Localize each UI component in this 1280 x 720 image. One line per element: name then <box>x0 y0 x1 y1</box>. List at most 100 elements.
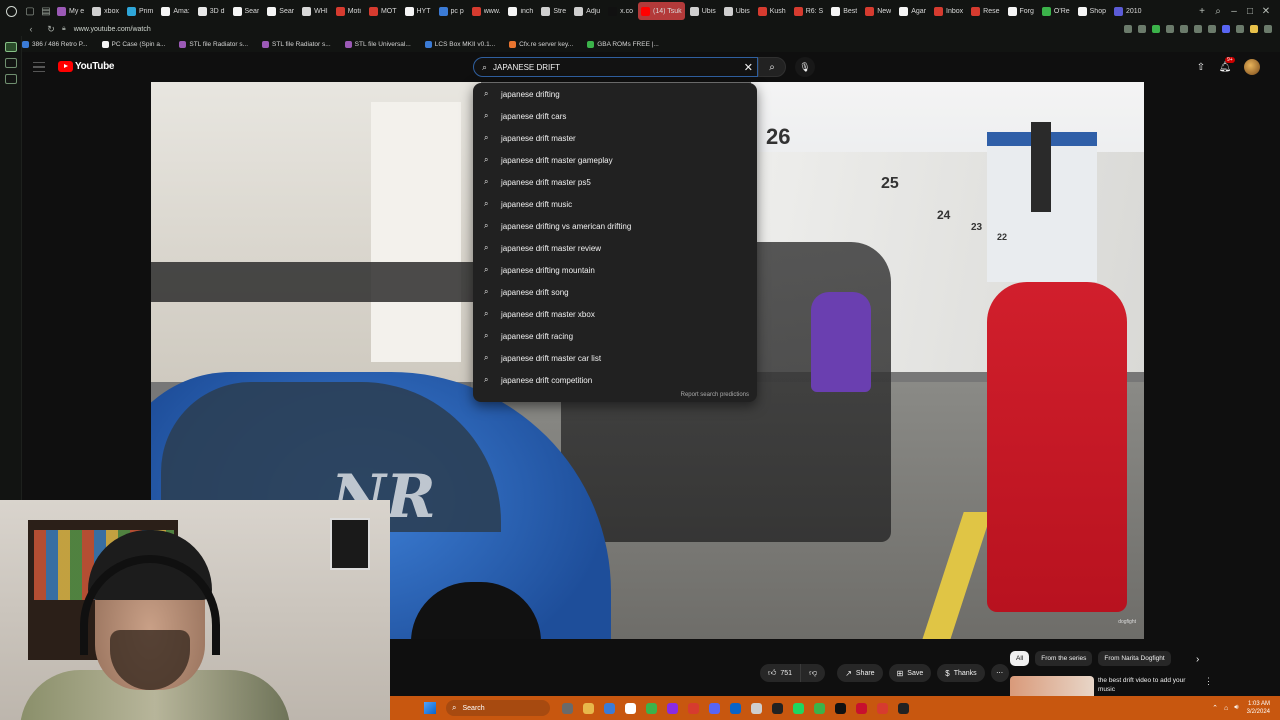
filter-chip[interactable]: All <box>1010 651 1030 666</box>
browser-tab[interactable]: WHI <box>299 2 331 20</box>
share-button[interactable]: ↗ Share <box>837 664 883 682</box>
suggestion-item[interactable]: ⌕ japanese drift master review <box>473 237 757 259</box>
browser-tab[interactable]: inch <box>505 2 536 20</box>
browser-tab[interactable]: Ama: <box>158 2 192 20</box>
thanks-button[interactable]: $ Thanks <box>937 664 985 682</box>
suggestion-item[interactable]: ⌕ japanese drift master xbox <box>473 303 757 325</box>
suggestion-item[interactable]: ⌕ japanese drift competition <box>473 369 757 391</box>
taskbar-app-icon[interactable] <box>625 702 636 714</box>
browser-tab[interactable]: New <box>862 2 894 20</box>
puzzle-icon[interactable] <box>1236 25 1244 33</box>
heart-icon[interactable] <box>1194 25 1202 33</box>
filter-chip[interactable]: From Narita Dogfight <box>1098 651 1171 666</box>
recommended-video[interactable]: the best drift video to add your music ⋮ <box>1010 676 1213 696</box>
more-vertical-icon[interactable]: ⋮ <box>1204 676 1213 696</box>
maximize-icon[interactable]: □ <box>1242 6 1258 17</box>
like-button[interactable]: 👍︎ 751 <box>760 664 802 682</box>
taskbar-app-icon[interactable] <box>751 702 762 714</box>
browser-tab[interactable]: Stre <box>538 2 569 20</box>
browser-tab[interactable]: Agar <box>896 2 929 20</box>
search-button[interactable]: ⌕ <box>758 57 786 77</box>
suggestion-item[interactable]: ⌕ japanese drifting <box>473 83 757 105</box>
upload-icon[interactable]: ⇧ <box>1192 58 1210 76</box>
browser-tab[interactable]: x.co <box>605 2 636 20</box>
suggestion-item[interactable]: ⌕ japanese drift music <box>473 193 757 215</box>
chevron-right-icon[interactable]: › <box>1196 654 1199 665</box>
suggestion-item[interactable]: ⌕ japanese drift master <box>473 127 757 149</box>
bookmark-item[interactable]: PC Case (Spin a... <box>101 40 165 48</box>
suggestion-item[interactable]: ⌕ japanese drifting vs american drifting <box>473 215 757 237</box>
browser-tab[interactable]: Prim <box>124 2 156 20</box>
bookmark-icon[interactable] <box>1124 25 1132 33</box>
taskbar-app-icon[interactable] <box>877 702 888 714</box>
taskbar-app-icon[interactable] <box>667 702 678 714</box>
taskbar-app-icon[interactable] <box>562 702 573 714</box>
recommended-thumbnail[interactable] <box>1010 676 1094 696</box>
youtube-logo[interactable]: YouTube <box>58 61 115 72</box>
browser-tab[interactable]: O'Re <box>1039 2 1073 20</box>
screenshot-icon[interactable] <box>1138 25 1146 33</box>
browser-tab[interactable]: Rese <box>968 2 1002 20</box>
suggestion-item[interactable]: ⌕ japanese drift master ps5 <box>473 171 757 193</box>
sidebar-mail-icon[interactable] <box>4 58 17 68</box>
taskbar-app-icon[interactable] <box>793 702 804 714</box>
taskbar-app-icon[interactable] <box>646 702 657 714</box>
site-info-icon[interactable]: 🔒︎ <box>62 25 66 33</box>
browser-tab[interactable]: Ubis <box>721 2 753 20</box>
tab-list-icon[interactable]: ▤ <box>38 0 54 22</box>
browser-tab[interactable]: Forg <box>1005 2 1037 20</box>
browser-tab[interactable]: Sear <box>230 2 263 20</box>
taskbar-search[interactable]: ⌕ Search <box>446 700 550 716</box>
wallet-icon[interactable] <box>1208 25 1216 33</box>
new-tab-icon[interactable]: + <box>1194 6 1210 17</box>
bookmark-item[interactable]: STL file Radiator s... <box>179 40 248 48</box>
taskbar-app-icon[interactable] <box>583 702 594 714</box>
suggestion-item[interactable]: ⌕ japanese drifting mountain <box>473 259 757 281</box>
bookmark-item[interactable]: STL file Radiator s... <box>262 40 331 48</box>
chevron-up-icon[interactable]: ⌃ <box>1212 704 1218 712</box>
network-icon[interactable]: ⌂ <box>1224 705 1228 712</box>
browser-tab[interactable]: pc p <box>436 2 467 20</box>
notifications-icon[interactable]: 🔔︎ 9+ <box>1216 57 1235 76</box>
browser-tab[interactable]: Best <box>828 2 860 20</box>
windows-start-icon[interactable] <box>424 702 436 714</box>
shield-icon[interactable] <box>1152 25 1160 33</box>
taskbar-app-icon[interactable] <box>730 702 741 714</box>
guide-menu-icon[interactable] <box>33 62 45 72</box>
sidebar-lock-icon[interactable] <box>4 74 17 84</box>
recommended-title[interactable]: the best drift video to add your music <box>1098 676 1198 696</box>
taskbar-app-icon[interactable] <box>604 702 615 714</box>
browser-tab[interactable]: Adju <box>571 2 603 20</box>
taskbar-app-icon[interactable] <box>814 702 825 714</box>
clear-search-icon[interactable]: ✕ <box>744 61 753 74</box>
voice-search-icon[interactable]: 🎙︎ <box>795 57 815 77</box>
browser-tab[interactable]: 2010 <box>1111 2 1145 20</box>
clock[interactable]: 1:03 AM 3/2/2024 <box>1247 700 1270 716</box>
minimize-icon[interactable]: – <box>1226 6 1242 17</box>
profile-icon[interactable] <box>1250 25 1258 33</box>
close-window-icon[interactable]: ✕ <box>1258 6 1274 17</box>
browser-tab[interactable]: Inbox <box>931 2 966 20</box>
filter-chip[interactable]: From the series <box>1035 651 1093 666</box>
bookmark-item[interactable]: 386 / 486 Retro P... <box>22 40 88 48</box>
suggestion-item[interactable]: ⌕ japanese drift song <box>473 281 757 303</box>
bookmark-item[interactable]: GBA ROMs FREE |... <box>587 40 659 48</box>
avatar[interactable] <box>1244 59 1260 75</box>
volume-icon[interactable]: 🔊︎ <box>1234 704 1238 712</box>
search-tabs-icon[interactable]: ⌕ <box>1210 6 1226 17</box>
taskbar-app-icon[interactable] <box>898 702 909 714</box>
save-button[interactable]: ⊞ Save <box>888 664 932 682</box>
reload-icon[interactable]: ↻ <box>44 22 58 36</box>
browser-tab[interactable]: Ubis <box>687 2 719 20</box>
browser-tab[interactable]: Moti <box>333 2 364 20</box>
report-search-predictions-link[interactable]: Report search predictions <box>681 392 749 398</box>
browser-logo-icon[interactable] <box>0 0 22 22</box>
browser-tab[interactable]: (14) Tsuk <box>638 2 685 20</box>
url-field[interactable]: www.youtube.com/watch <box>74 26 1118 33</box>
suggestion-item[interactable]: ⌕ japanese drift master car list <box>473 347 757 369</box>
search-input-value[interactable]: JAPANESE DRIFT <box>493 63 744 72</box>
taskbar-app-icon[interactable] <box>772 702 783 714</box>
extension-icon[interactable] <box>1222 25 1230 33</box>
browser-tab[interactable]: xbox <box>89 2 122 20</box>
bookmark-item[interactable]: LCS Box MKII v0.1... <box>424 40 495 48</box>
